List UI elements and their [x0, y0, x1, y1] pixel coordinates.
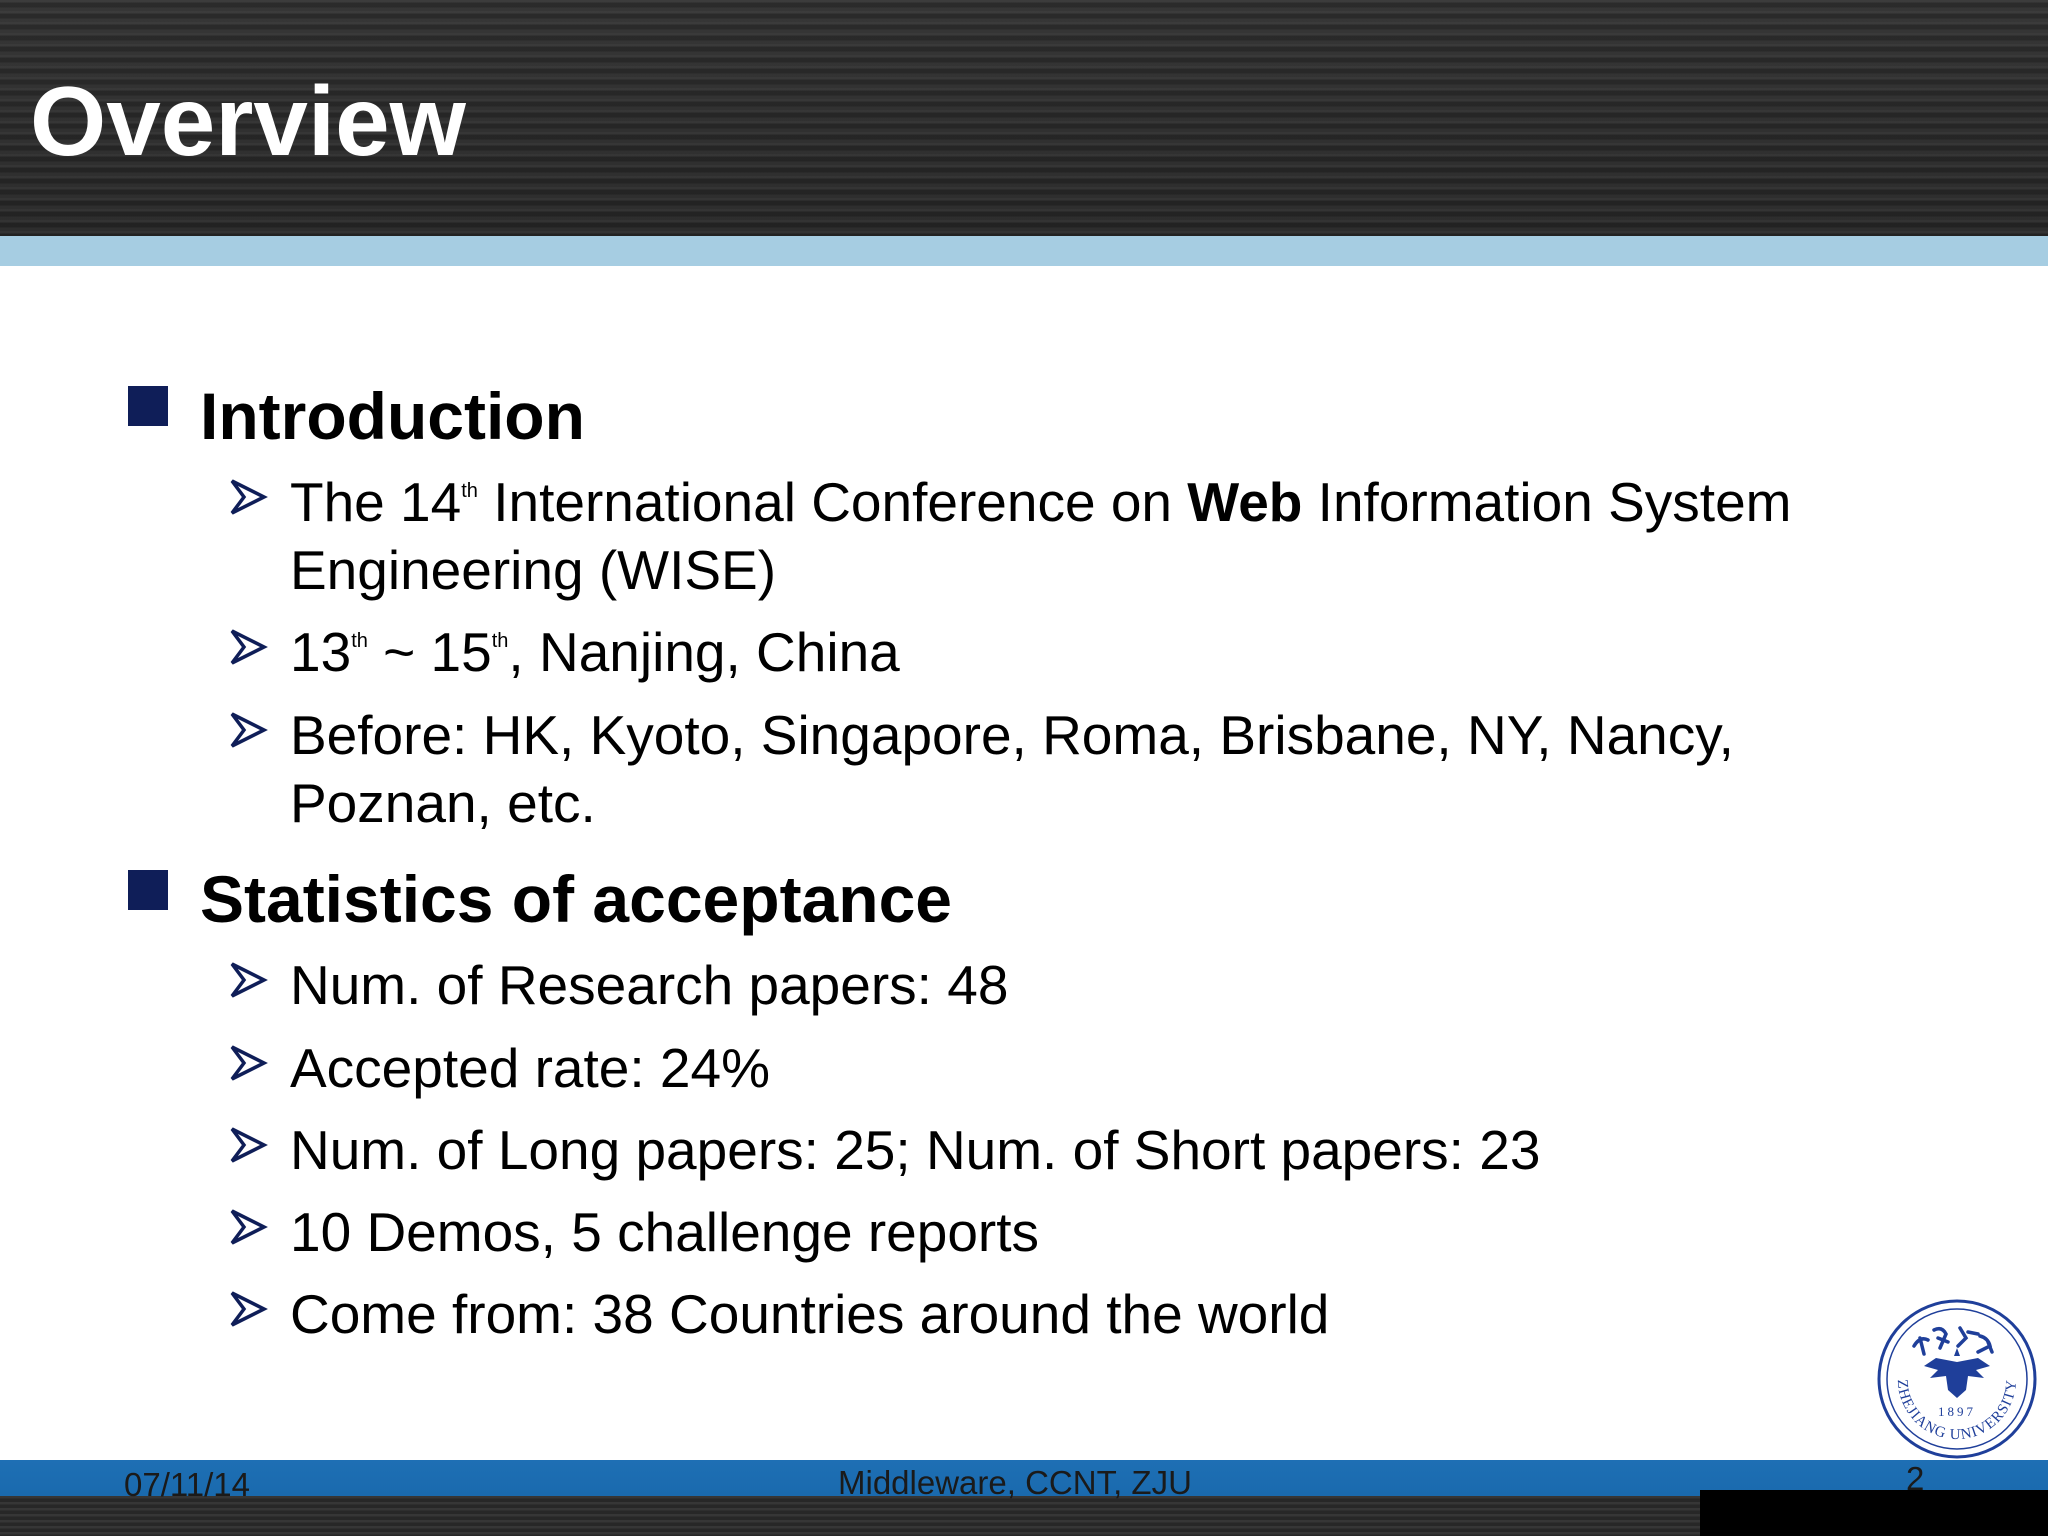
- list-item-continuation: Engineering (WISE): [290, 539, 777, 601]
- arrow-bullet-icon: [230, 1291, 268, 1327]
- list-item: Num. of Research papers: 48: [290, 951, 1008, 1019]
- superscript-text: th: [461, 480, 478, 502]
- superscript-text: th: [491, 630, 509, 652]
- arrow-bullet-icon: [230, 629, 268, 665]
- arrow-bullet-icon: [230, 712, 268, 748]
- square-bullet-icon: [128, 870, 168, 910]
- arrow-bullet-icon: [230, 962, 268, 998]
- list-item: The 14th International Conference on Web…: [290, 468, 1791, 536]
- text-run: ~ 15: [367, 621, 492, 683]
- list-item: 10 Demos, 5 challenge reports: [290, 1198, 1039, 1266]
- footer-date: 07/11/14: [124, 1466, 251, 1503]
- text-run: The 14: [290, 471, 462, 533]
- list-item: Accepted rate: 24%: [290, 1034, 770, 1102]
- arrow-bullet-icon: [230, 1045, 268, 1081]
- list-item: Num. of Long papers: 25; Num. of Short p…: [290, 1116, 1540, 1184]
- seal-year: 1897: [1938, 1404, 1976, 1419]
- superscript-text: th: [351, 630, 368, 652]
- square-bullet-icon: [128, 386, 168, 426]
- bold-text: Web: [1187, 471, 1303, 533]
- university-seal-logo: 1897 ZHEJIANG UNIVERSITY: [1877, 1299, 2037, 1459]
- list-item: Before: HK, Kyoto, Singapore, Roma, Bris…: [290, 701, 1734, 769]
- footer-black-block: [1700, 1490, 2048, 1536]
- slide-title: Overview: [30, 66, 466, 176]
- text-run: Before: HK, Kyoto, Singapore, Roma, Bris…: [290, 704, 1734, 766]
- arrow-bullet-icon: [230, 479, 268, 515]
- text-run: Come from: 38 Countries around the world: [290, 1283, 1330, 1345]
- text-run: International Conference on: [477, 471, 1188, 533]
- list-item-continuation: Poznan, etc.: [290, 772, 596, 834]
- text-run: 10 Demos, 5 challenge reports: [290, 1201, 1040, 1263]
- arrow-bullet-icon: [230, 1127, 268, 1163]
- list-item: Come from: 38 Countries around the world: [290, 1280, 1329, 1348]
- text-run: Num. of Long papers: 25; Num. of Short p…: [290, 1119, 1541, 1181]
- list-item: 13th ~ 15th, Nanjing, China: [290, 618, 900, 686]
- section-title-introduction: Introduction: [200, 379, 585, 453]
- text-run: Accepted rate: 24%: [290, 1037, 771, 1099]
- section-title-statistics: Statistics of acceptance: [200, 862, 952, 936]
- text-run: Information System: [1302, 471, 1792, 533]
- page-number: 2: [1906, 1460, 1925, 1497]
- title-accent-band: [0, 236, 2048, 266]
- footer-center-text: Middleware, CCNT, ZJU: [838, 1464, 1192, 1501]
- text-run: , Nanjing, China: [508, 621, 900, 683]
- text-run: Num. of Research papers: 48: [290, 954, 1009, 1016]
- arrow-bullet-icon: [230, 1209, 268, 1245]
- text-run: 13: [290, 621, 352, 683]
